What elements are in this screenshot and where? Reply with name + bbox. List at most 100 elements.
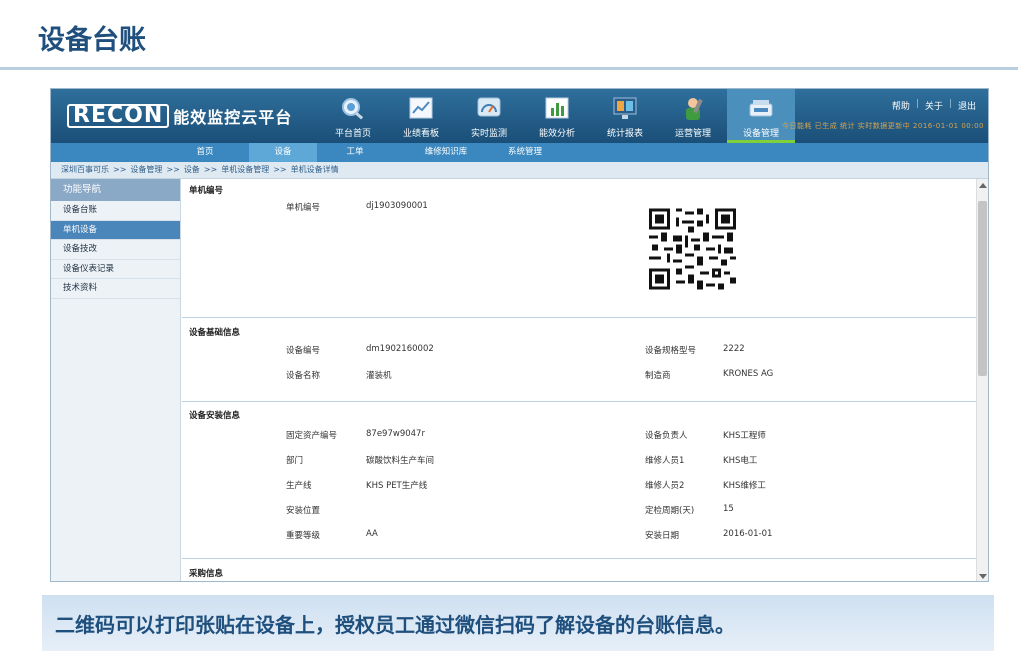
nav-analysis[interactable]: 能效分析: [523, 89, 591, 143]
app-window: RECON 能效监控云平台 平台首页 业绩看板 实时监测 能效分析 统计报表 运…: [50, 88, 989, 582]
section-basic-info: 设备基础信息 设备编号 dm1902160002 设备规格型号 2222 设备名…: [182, 318, 978, 402]
nav-device-management[interactable]: 设备管理: [727, 89, 795, 143]
field-label: 重要等级: [286, 531, 321, 541]
detail-row: 生产线 KHS PET生产线 维修人员2 KHS维修工: [182, 475, 978, 500]
report-screen-icon: [613, 97, 637, 119]
field-value: dm1902160002: [366, 344, 434, 354]
field-value: 2016-01-01: [723, 529, 773, 539]
about-link[interactable]: 关于: [919, 99, 949, 112]
breadcrumb-sep: >>: [113, 165, 127, 174]
section-purchase-info: 采购信息: [182, 559, 978, 579]
field-label: 设备负责人: [645, 431, 688, 441]
detail-row: 设备编号 dm1902160002 设备规格型号 2222: [182, 340, 978, 365]
field-value: 碳酸饮料生产车间: [366, 456, 435, 466]
field-label: 设备编号: [286, 346, 321, 356]
sidebar-item-meter-records[interactable]: 设备仪表记录: [51, 260, 180, 279]
nav-realtime[interactable]: 实时监测: [455, 89, 523, 143]
device-icon: [749, 100, 773, 117]
scroll-thumb[interactable]: [978, 201, 987, 376]
field-value: dj1903090001: [366, 201, 428, 211]
nav-label: 平台首页: [334, 129, 371, 139]
chart-board-icon: [409, 97, 433, 119]
title-divider: [0, 67, 1018, 70]
caption-text: 二维码可以打印张贴在设备上，授权员工通过微信扫码了解设备的台账信息。: [55, 613, 735, 637]
breadcrumb: 深圳百事可乐 >> 设备管理 >> 设备 >> 单机设备管理 >> 单机设备详情: [51, 162, 988, 179]
field-label: 维修人员2: [645, 481, 685, 491]
top-bar: RECON 能效监控云平台 平台首页 业绩看板 实时监测 能效分析 统计报表 运…: [51, 89, 988, 143]
detail-row: 单机编号 dj1903090001: [182, 197, 978, 222]
nav-performance[interactable]: 业绩看板: [387, 89, 455, 143]
caption-banner: 二维码可以打印张贴在设备上，授权员工通过微信扫码了解设备的台账信息。: [42, 595, 994, 651]
magnifier-icon: [342, 98, 364, 120]
monitor-gauge-icon: [477, 97, 501, 117]
nav-reports[interactable]: 统计报表: [591, 89, 659, 143]
field-label: 安装日期: [645, 531, 680, 541]
nav-label: 设备管理: [742, 129, 779, 139]
section-install-info: 设备安装信息 固定资产编号 87e97w9047r 设备负责人 KHS工程师 部…: [182, 402, 978, 559]
section-title: 设备基础信息: [189, 328, 241, 338]
breadcrumb-item[interactable]: 设备: [184, 165, 200, 174]
worker-icon: [686, 98, 703, 120]
nav-label: 业绩看板: [402, 129, 439, 139]
field-label: 设备名称: [286, 371, 321, 381]
breadcrumb-item[interactable]: 单机设备管理: [221, 165, 269, 174]
nav-label: 统计报表: [606, 129, 643, 139]
field-value: KHS维修工: [723, 481, 766, 491]
nav-label: 实时监测: [470, 129, 507, 139]
slide-title: 设备台账: [38, 25, 146, 56]
field-label: 安装位置: [286, 506, 321, 516]
subnav-workorder[interactable]: 工单: [321, 143, 389, 162]
field-label: 生产线: [286, 481, 312, 491]
field-value: KHS工程师: [723, 431, 766, 441]
logo: RECON 能效监控云平台: [67, 103, 292, 129]
field-value: KHS电工: [723, 456, 758, 466]
sidebar-item-single-device[interactable]: 单机设备: [51, 220, 180, 240]
field-value: 15: [723, 504, 734, 514]
detail-row: 部门 碳酸饮料生产车间 维修人员1 KHS电工: [182, 450, 978, 475]
breadcrumb-sep: >>: [203, 165, 218, 174]
subnav-knowledge[interactable]: 维修知识库: [401, 143, 491, 162]
sidebar: 功能导航 设备台账 单机设备 设备技改 设备仪表记录 技术资料: [51, 179, 181, 581]
field-value: AA: [366, 529, 378, 539]
section-title: 设备安装信息: [189, 411, 241, 421]
field-label: 部门: [286, 456, 304, 466]
subnav-system[interactable]: 系统管理: [491, 143, 559, 162]
field-value: 2222: [723, 344, 745, 354]
detail-panel: 单机编号 单机编号 dj1903090001 设备基础信息 设备编号 dm190…: [182, 179, 978, 581]
subnav-home[interactable]: 首页: [171, 143, 239, 162]
logo-mark: RECON: [67, 104, 170, 128]
scroll-up-icon[interactable]: [979, 183, 987, 188]
sidebar-item-ledger[interactable]: 设备台账: [51, 201, 180, 221]
field-label: 设备规格型号: [645, 346, 697, 356]
sidebar-item-tech-docs[interactable]: 技术资料: [51, 279, 180, 299]
sub-nav: 首页 设备 工单 维修知识库 系统管理: [51, 143, 988, 162]
nav-operations[interactable]: 运营管理: [659, 89, 727, 143]
field-value: KHS PET生产线: [366, 481, 428, 491]
scroll-down-icon[interactable]: [979, 574, 987, 579]
sidebar-item-retrofit[interactable]: 设备技改: [51, 240, 180, 260]
qr-code-icon: [649, 208, 736, 290]
field-label: 制造商: [645, 371, 671, 381]
main-nav: 平台首页 业绩看板 实时监测 能效分析 统计报表 运营管理 设备管理: [319, 89, 795, 143]
detail-row: 设备名称 灌装机 制造商 KRONES AG: [182, 365, 978, 390]
field-label: 维修人员1: [645, 456, 685, 466]
sidebar-title: 功能导航: [51, 179, 180, 201]
section-title: 单机编号: [189, 186, 224, 196]
field-value: 灌装机: [366, 371, 392, 381]
nav-home[interactable]: 平台首页: [319, 89, 387, 143]
status-ticker: 今日能耗 已生成 统计 实时数据更新中 2016-01-01 00:00: [782, 122, 984, 130]
breadcrumb-item[interactable]: 设备管理: [130, 165, 162, 174]
logout-link[interactable]: 退出: [952, 99, 982, 112]
breadcrumb-sep: >>: [273, 165, 287, 174]
breadcrumb-sep: >>: [166, 165, 180, 174]
field-value: 87e97w9047r: [366, 429, 425, 439]
subnav-device[interactable]: 设备: [249, 143, 317, 162]
breadcrumb-item[interactable]: 深圳百事可乐: [61, 165, 109, 174]
help-link[interactable]: 帮助: [886, 99, 916, 112]
vertical-scrollbar[interactable]: [976, 179, 988, 581]
section-title: 采购信息: [189, 569, 224, 579]
detail-row: 重要等级 AA 安装日期 2016-01-01: [182, 525, 978, 550]
detail-row: 固定资产编号 87e97w9047r 设备负责人 KHS工程师: [182, 425, 978, 450]
nav-label: 运营管理: [674, 129, 711, 139]
field-label: 单机编号: [286, 203, 321, 213]
